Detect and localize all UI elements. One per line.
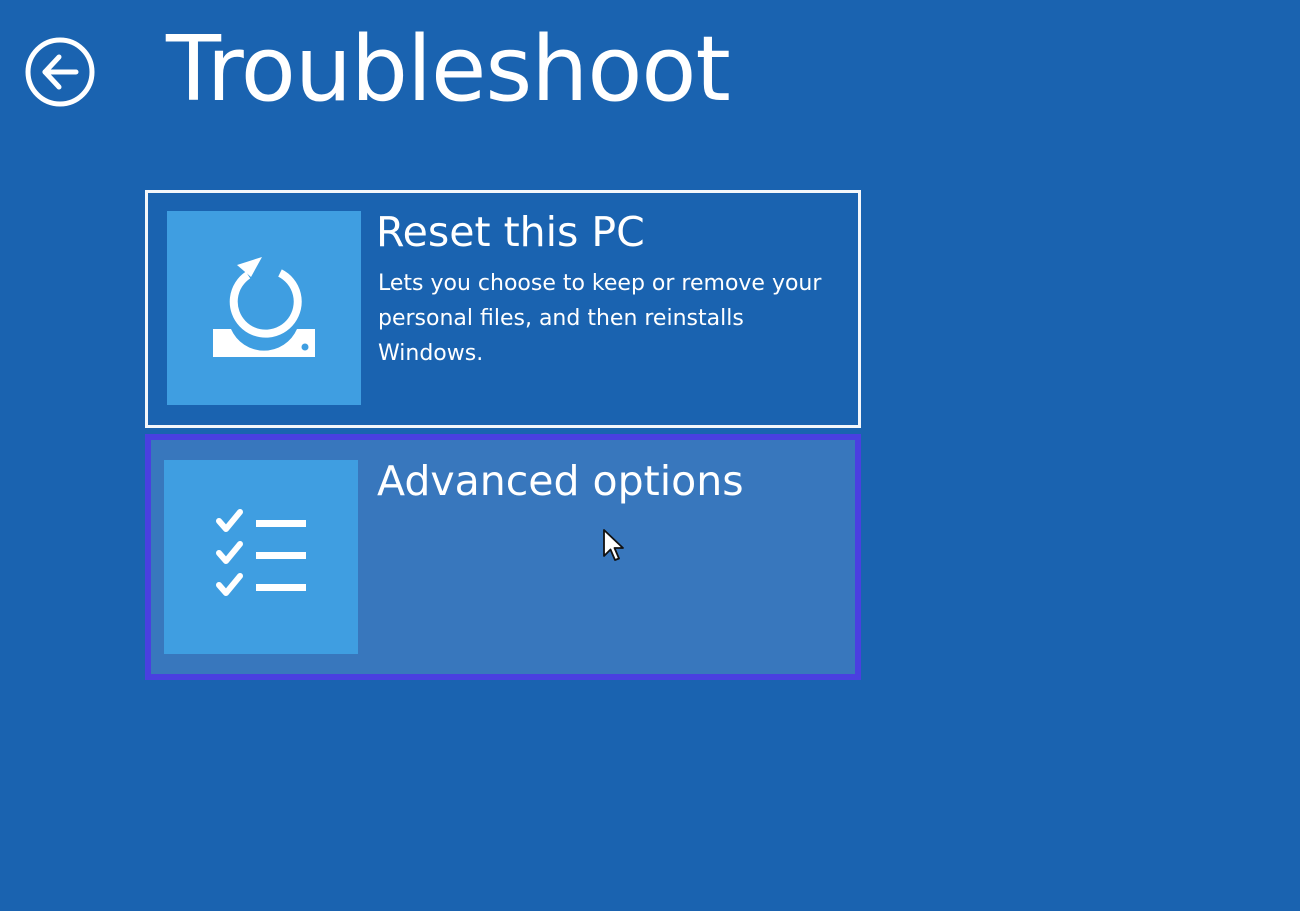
option-title: Advanced options (377, 457, 744, 505)
reset-pc-icon-tile (167, 211, 361, 405)
advanced-options-option[interactable]: Advanced options (145, 434, 861, 680)
option-description: Lets you choose to keep or remove your p… (378, 271, 822, 366)
back-button[interactable] (24, 36, 96, 108)
reset-pc-icon (213, 257, 315, 357)
page-title: Troubleshoot (166, 17, 731, 122)
back-arrow-icon (25, 37, 95, 107)
checklist-icon-tile (164, 460, 358, 654)
reset-this-pc-option[interactable]: Reset this PC Lets you choose to keep or… (145, 190, 861, 428)
checklist-icon (216, 509, 306, 596)
option-title: Reset this PC (376, 208, 645, 256)
